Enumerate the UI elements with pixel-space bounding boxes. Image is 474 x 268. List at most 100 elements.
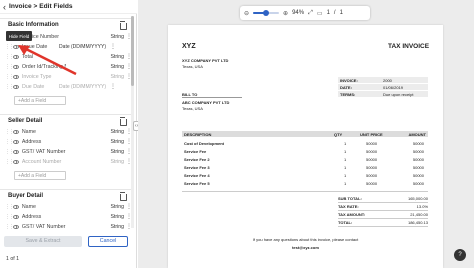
field-value[interactable]: Date (DD/MM/YYYY): [54, 83, 108, 91]
eye-icon[interactable]: [13, 150, 19, 154]
field-type[interactable]: String: [105, 139, 124, 145]
drag-handle-icon[interactable]: ⋮⋮: [5, 139, 14, 145]
section-title: Seller Detail: [8, 117, 43, 124]
buyer-name: ABC COMPANY PVT LTD: [182, 100, 230, 105]
zoom-slider[interactable]: [253, 10, 280, 16]
app: ‹ Invoice > Edit Fields Basic Informatio…: [0, 0, 474, 268]
field-row: ⋮⋮ Due Date Date (DD/MM/YYYY) ⋮: [0, 82, 132, 92]
seller-name: XYZ COMPANY PVT LTD: [182, 58, 229, 63]
invoice-meta: INVOICE: 2000 DATE: 01/06/2019 TERMS: Due u…: [338, 77, 428, 97]
section-header-buyer-detail: Buyer Detail: [0, 189, 132, 201]
scrollbar-thumb[interactable]: [131, 16, 134, 86]
meta-row: INVOICE: 2000: [338, 77, 428, 83]
eye-icon[interactable]: [13, 205, 19, 209]
page-title: Invoice > Edit Fields: [9, 3, 73, 10]
panel-header: ‹ Invoice > Edit Fields: [0, 0, 137, 14]
field-type[interactable]: String: [105, 129, 124, 135]
cancel-button[interactable]: Cancel: [88, 235, 128, 247]
drag-handle-icon[interactable]: ⋮⋮: [5, 214, 14, 220]
field-label[interactable]: Account Number: [22, 159, 66, 165]
field-label[interactable]: Name: [22, 204, 66, 210]
help-button[interactable]: ?: [454, 249, 466, 261]
invoice-company-logo: XYZ: [182, 43, 196, 50]
page-current[interactable]: 1: [327, 10, 330, 16]
trash-icon[interactable]: [119, 116, 127, 126]
zoom-out-icon[interactable]: ⊖: [244, 10, 249, 17]
invoice-page: XYZ TAX INVOICE XYZ COMPANY PVT LTD Texa…: [168, 25, 443, 268]
drag-handle-icon[interactable]: ⋮⋮: [5, 74, 14, 80]
drag-handle-icon[interactable]: ⋮⋮: [5, 224, 14, 230]
field-row: ⋮⋮ Name String ⋮: [0, 202, 132, 212]
panel-footer: Save & Extract Cancel: [0, 233, 137, 249]
items-header: DESCRIPTION QTY UNIT PRICE AMOUNT: [182, 131, 428, 137]
field-row: ⋮⋮ Address String ⋮: [0, 212, 132, 222]
field-label[interactable]: Address: [22, 139, 66, 145]
invoice-doc-title: TAX INVOICE: [388, 43, 430, 50]
drag-handle-icon[interactable]: ⋮⋮: [5, 44, 14, 50]
table-row: Service Fee 3 1 50000 50000: [184, 164, 424, 170]
pagination-text: 1 of 1: [6, 256, 19, 262]
trash-icon[interactable]: [119, 20, 127, 30]
eye-icon[interactable]: [13, 130, 19, 134]
annotation-arrow: [18, 45, 77, 76]
page-icon: ▭: [316, 10, 323, 17]
drag-handle-icon[interactable]: ⋮⋮: [5, 84, 14, 90]
section-title: Buyer Detail: [8, 192, 44, 199]
field-type[interactable]: String: [105, 34, 124, 40]
add-field-input[interactable]: +Add a Field: [14, 96, 66, 105]
back-arrow-icon[interactable]: ‹: [3, 2, 6, 12]
drag-handle-icon[interactable]: ⋮⋮: [5, 159, 14, 165]
drag-handle-icon[interactable]: ⋮⋮: [5, 54, 14, 60]
eye-icon[interactable]: [13, 225, 19, 229]
invoice-email: test@xyz.com: [292, 245, 319, 250]
field-label[interactable]: Name: [22, 129, 66, 135]
bill-to-label: BILL TO: [182, 92, 242, 98]
field-type[interactable]: String: [105, 214, 124, 220]
eye-slash-icon[interactable]: [13, 160, 19, 164]
page-total: 1: [339, 10, 343, 16]
field-type[interactable]: String: [105, 54, 124, 60]
section-header-seller-detail: Seller Detail: [0, 114, 132, 126]
totals-row: TOTAL: 186,450.13: [338, 220, 428, 227]
eye-icon[interactable]: [13, 140, 19, 144]
table-row: Service Fee 2 1 50000 50000: [184, 156, 424, 162]
trash-icon[interactable]: [119, 191, 127, 201]
totals-row: TAX RATE: 13.0%: [338, 204, 428, 211]
eye-slash-icon[interactable]: [13, 85, 19, 89]
drag-handle-icon[interactable]: ⋮⋮: [5, 64, 14, 70]
totals: SUB TOTAL: 165,000.00 TAX RATE: 13.0% TAX …: [338, 195, 428, 227]
drag-handle-icon[interactable]: ⋮⋮: [5, 129, 14, 135]
eye-icon[interactable]: [13, 215, 19, 219]
field-type[interactable]: String: [105, 64, 124, 70]
field-row: ⋮⋮ Address String ⋮: [0, 137, 132, 147]
field-type[interactable]: String: [105, 224, 124, 230]
zoom-slider-knob[interactable]: [263, 10, 270, 16]
table-row: Service Fee 1 50000 50000: [184, 148, 424, 154]
drag-handle-icon[interactable]: ⋮⋮: [5, 204, 14, 210]
field-row: ⋮⋮ GST/ VAT Number String ⋮: [0, 222, 132, 232]
more-options-icon[interactable]: ⋮: [110, 44, 116, 50]
meta-row: DATE: 01/06/2019: [338, 84, 428, 90]
save-extract-button[interactable]: Save & Extract: [4, 235, 82, 247]
zoom-in-icon[interactable]: ⊕: [283, 10, 288, 17]
drag-handle-icon[interactable]: ⋮⋮: [5, 149, 14, 155]
field-type[interactable]: String: [105, 74, 124, 80]
items-divider: [182, 191, 428, 192]
field-label[interactable]: Address: [22, 214, 66, 220]
totals-row: SUB TOTAL: 165,000.00: [338, 196, 428, 203]
totals-row: TAX AMOUNT: 21,450.00: [338, 212, 428, 219]
seller-city: Texas, USA: [182, 64, 203, 69]
field-label[interactable]: GST/ VAT Number: [22, 149, 66, 155]
add-field-input[interactable]: +Add a Field: [14, 171, 66, 180]
section-header-basic-information: Basic Information: [0, 18, 132, 30]
field-type[interactable]: String: [105, 149, 124, 155]
field-type[interactable]: String: [105, 204, 124, 210]
field-label[interactable]: Due Date: [22, 84, 54, 90]
edit-fields-panel: ‹ Invoice > Edit Fields Basic Informatio…: [0, 0, 137, 268]
fit-page-icon[interactable]: ⤢: [308, 10, 313, 17]
field-row: ⋮⋮ Account Number String ⋮: [0, 157, 132, 167]
meta-row: TERMS: Due upon receipt: [338, 91, 428, 97]
more-options-icon[interactable]: ⋮: [110, 84, 116, 90]
field-type[interactable]: String: [105, 159, 124, 165]
field-label[interactable]: GST/ VAT Number: [22, 224, 66, 230]
